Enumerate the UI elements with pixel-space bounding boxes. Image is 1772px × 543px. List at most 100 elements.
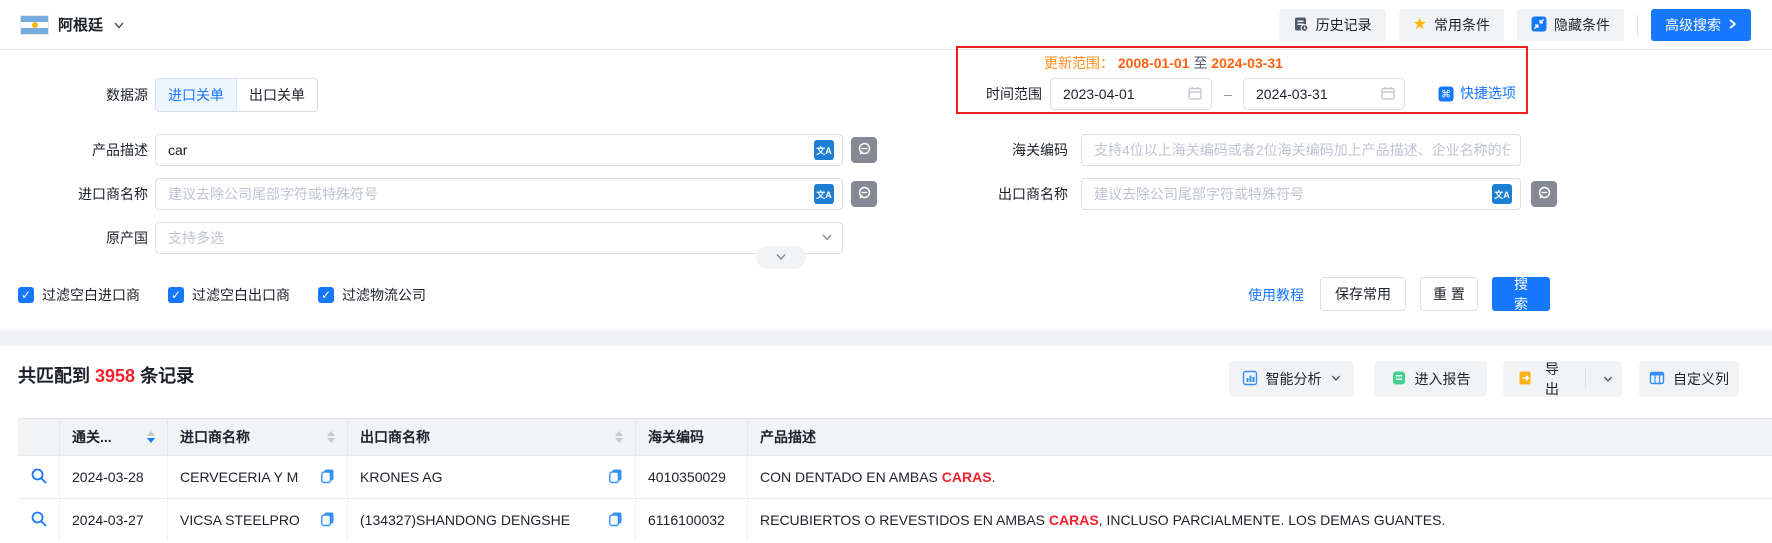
- cell-exporter: KRONES AG: [348, 456, 636, 498]
- importer-exclude-button[interactable]: [851, 181, 877, 207]
- product-exclude-button[interactable]: [851, 137, 877, 163]
- reset-button[interactable]: 重 置: [1420, 277, 1478, 311]
- table-row: 2024-03-28 CERVECERIA Y M KRONES AG 4010…: [18, 455, 1772, 498]
- header-date[interactable]: 通关...: [60, 419, 168, 455]
- translate-icon[interactable]: 文A: [1492, 184, 1512, 204]
- tutorial-link[interactable]: 使用教程: [1248, 285, 1304, 305]
- date-to-input[interactable]: [1254, 85, 1374, 103]
- exporter-field[interactable]: 文A: [1081, 178, 1521, 210]
- hide-conditions-label: 隐藏条件: [1554, 17, 1610, 33]
- header-desc: 产品描述: [748, 419, 1772, 455]
- history-icon: [1293, 16, 1309, 35]
- update-range-line: 更新范围： 2008-01-01 至 2024-03-31: [1044, 52, 1283, 74]
- history-label: 历史记录: [1315, 17, 1372, 33]
- smart-analysis-button[interactable]: 智能分析: [1229, 361, 1354, 397]
- header-exporter[interactable]: 出口商名称: [348, 419, 636, 455]
- desc-value: CON DENTADO EN AMBAS CARAS.: [760, 469, 996, 485]
- sort-icon[interactable]: [321, 431, 335, 443]
- cell-date: 2024-03-27: [60, 499, 168, 541]
- cell-hscode: 4010350029: [636, 456, 748, 498]
- datasource-tabs: 进口关单 出口关单: [155, 78, 318, 112]
- page: 阿根廷 历史记录 ★ 常用条件 隐藏条件 高级搜索 更新范围： 2008-01-…: [0, 0, 1772, 543]
- origin-input[interactable]: [166, 229, 814, 247]
- favorites-label: 常用条件: [1434, 17, 1490, 33]
- filter-label: 过滤物流公司: [342, 287, 426, 303]
- product-desc-field[interactable]: 文A: [155, 134, 843, 166]
- header-importer[interactable]: 进口商名称: [168, 419, 348, 455]
- argentina-flag-icon: [20, 15, 49, 35]
- checkbox-checked-icon: ✓: [318, 287, 334, 303]
- importer-input[interactable]: [166, 185, 808, 203]
- magnifier-icon[interactable]: [30, 510, 48, 531]
- advanced-search-button[interactable]: 高级搜索: [1651, 9, 1751, 41]
- exclude-icon: [1536, 185, 1552, 204]
- translate-icon[interactable]: 文A: [814, 140, 834, 160]
- hscode-field[interactable]: [1081, 134, 1521, 166]
- keyword-highlight: CARAS: [1048, 512, 1099, 528]
- exporter-exclude-button[interactable]: [1531, 181, 1557, 207]
- translate-icon[interactable]: 文A: [814, 184, 834, 204]
- export-dropdown[interactable]: [1594, 361, 1622, 397]
- date-to-field[interactable]: [1243, 78, 1405, 110]
- tab-import-declarations[interactable]: 进口关单: [156, 79, 236, 111]
- section-divider: [0, 330, 1772, 346]
- hscode-input[interactable]: [1092, 141, 1512, 159]
- export-main[interactable]: 导出: [1503, 361, 1577, 397]
- filter-blank-importer-checkbox[interactable]: ✓ 过滤空白进口商: [18, 285, 140, 305]
- save-common-button[interactable]: 保存常用: [1320, 277, 1406, 311]
- copy-icon[interactable]: [608, 468, 623, 487]
- update-range-end: 2024-03-31: [1211, 55, 1283, 71]
- keyword-highlight: CARAS: [941, 469, 992, 485]
- custom-columns-button[interactable]: 自定义列: [1639, 361, 1739, 397]
- desc-value: RECUBIERTOS O REVESTIDOS EN AMBAS CARAS,…: [760, 512, 1446, 528]
- importer-field[interactable]: 文A: [155, 178, 843, 210]
- quick-options-icon: ⌘: [1438, 86, 1454, 105]
- filter-logistics-checkbox[interactable]: ✓ 过滤物流公司: [318, 285, 426, 305]
- results-count: 3958: [95, 366, 136, 386]
- hscode-value: 6116100032: [648, 512, 725, 528]
- search-button[interactable]: 搜 索: [1492, 276, 1550, 312]
- date-from-input[interactable]: [1061, 85, 1181, 103]
- topbar-divider: [1637, 14, 1638, 36]
- history-button[interactable]: 历史记录: [1278, 9, 1386, 41]
- date-separator: –: [1224, 86, 1232, 102]
- update-range-start: 2008-01-01: [1117, 55, 1190, 71]
- date-from-field[interactable]: [1050, 78, 1212, 110]
- sort-icon[interactable]: [609, 431, 623, 443]
- sort-icon[interactable]: [141, 431, 155, 443]
- copy-icon[interactable]: [320, 511, 335, 530]
- magnifier-icon[interactable]: [30, 467, 48, 488]
- copy-icon[interactable]: [608, 511, 623, 530]
- exclude-icon: [856, 185, 872, 204]
- export-label: 导出: [1544, 361, 1559, 397]
- date-value: 2024-03-28: [72, 469, 144, 485]
- hide-conditions-button[interactable]: 隐藏条件: [1517, 9, 1624, 41]
- tab-export-declarations[interactable]: 出口关单: [236, 79, 317, 111]
- quick-options-link[interactable]: 快捷选项: [1460, 83, 1516, 103]
- collapse-form-button[interactable]: [756, 246, 806, 269]
- header-hscode: 海关编码: [636, 419, 748, 455]
- table-columns-icon: [1649, 370, 1665, 389]
- export-button[interactable]: 导出: [1503, 361, 1622, 397]
- enter-report-button[interactable]: 进入报告: [1374, 361, 1487, 397]
- filter-label: 过滤空白进口商: [42, 287, 140, 303]
- copy-icon[interactable]: [320, 468, 335, 487]
- checkbox-checked-icon: ✓: [18, 287, 34, 303]
- header-date-label: 通关...: [72, 429, 112, 445]
- top-bar: 阿根廷 历史记录 ★ 常用条件 隐藏条件 高级搜索: [0, 0, 1772, 50]
- favorites-button[interactable]: ★ 常用条件: [1398, 9, 1504, 41]
- product-desc-input[interactable]: [166, 141, 808, 159]
- importer-value: CERVECERIA Y M: [180, 469, 299, 485]
- cell-detail: [18, 456, 60, 498]
- table-header-row: 通关... 进口商名称 出口商名称 海关编码 产品描述: [18, 418, 1772, 455]
- importer-value: VICSA STEELPRO: [180, 512, 300, 528]
- results-table: 通关... 进口商名称 出口商名称 海关编码 产品描述 2024-03-28 C…: [18, 418, 1772, 541]
- star-icon: ★: [1412, 16, 1427, 33]
- results-summary: 共匹配到 3958 条记录: [18, 362, 194, 390]
- cell-importer: VICSA STEELPRO: [168, 499, 348, 541]
- country-chevron-down-icon[interactable]: [112, 18, 126, 35]
- filter-blank-exporter-checkbox[interactable]: ✓ 过滤空白出口商: [168, 285, 290, 305]
- importer-label: 进口商名称: [78, 186, 148, 202]
- exporter-input[interactable]: [1092, 185, 1486, 203]
- origin-select[interactable]: [155, 222, 843, 254]
